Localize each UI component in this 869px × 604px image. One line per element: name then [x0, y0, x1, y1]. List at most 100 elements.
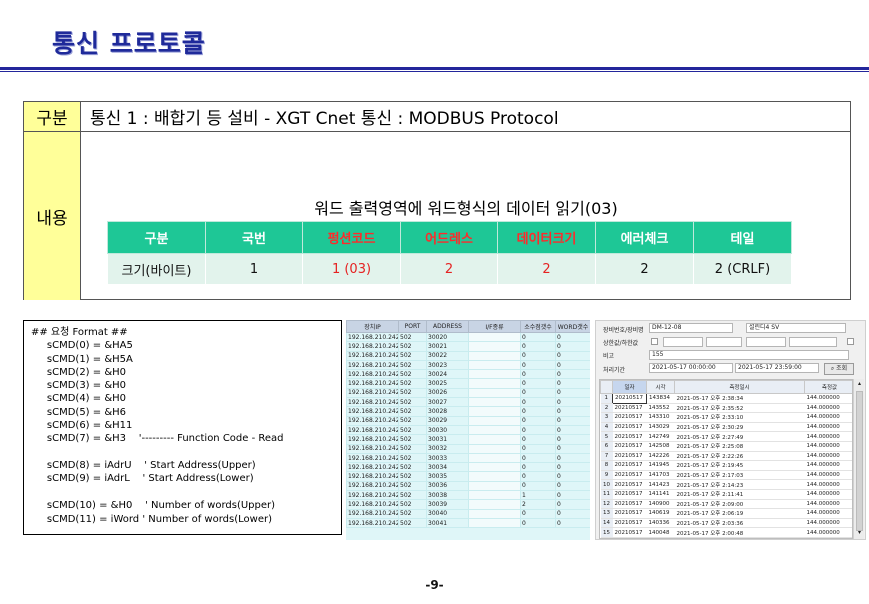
table-cell[interactable]: 192.168.210.242: [346, 369, 399, 380]
table-cell[interactable]: 0: [520, 369, 556, 380]
grid-column-header[interactable]: WORD갯수: [555, 320, 590, 333]
table-cell[interactable]: 0: [520, 462, 556, 473]
table-row[interactable]: 1 20210517 143834 2021-05-17 오후 2:38:34 144.…: [600, 393, 852, 404]
device-id-field[interactable]: DM-12-08: [649, 323, 733, 333]
table-row[interactable]: 192.168.210.242 502 30025 0 0: [346, 378, 590, 389]
table-cell[interactable]: 30029: [426, 415, 469, 426]
table-cell[interactable]: 143310: [646, 412, 675, 423]
table-cell[interactable]: 0: [555, 415, 590, 426]
grid-column-header[interactable]: 시각: [646, 380, 675, 394]
table-cell[interactable]: 0: [520, 517, 556, 529]
table-cell[interactable]: 2021-05-17 오후 2:00:48: [674, 527, 805, 538]
table-row[interactable]: 192.168.210.242 502 30035 0 0: [346, 471, 590, 482]
table-cell[interactable]: 20210517: [612, 470, 647, 481]
table-cell[interactable]: 142226: [646, 451, 675, 462]
table-cell[interactable]: 30041: [426, 517, 469, 529]
table-cell[interactable]: 0: [555, 490, 590, 501]
table-row[interactable]: 3 20210517 143310 2021-05-17 오후 2:33:10 144.…: [600, 412, 852, 423]
table-cell[interactable]: 192.168.210.242: [346, 359, 399, 371]
table-cell[interactable]: 502: [398, 443, 427, 454]
table-cell[interactable]: 2021-05-17 오후 2:03:36: [674, 518, 805, 529]
table-cell[interactable]: 2021-05-17 오후 2:27:49: [674, 431, 805, 442]
table-cell[interactable]: 1: [520, 490, 556, 501]
period-end-field[interactable]: 2021-05-17 23:59:00: [735, 363, 819, 373]
table-cell[interactable]: 2021-05-17 오후 2:25:08: [674, 441, 805, 452]
table-cell[interactable]: [468, 462, 521, 473]
table-row[interactable]: 5 20210517 142749 2021-05-17 오후 2:27:49 144.…: [600, 431, 852, 442]
table-cell[interactable]: 0: [555, 341, 590, 352]
table-cell[interactable]: 30021: [426, 341, 469, 352]
table-cell[interactable]: 20210517: [612, 403, 647, 414]
table-cell[interactable]: 140048: [646, 527, 675, 538]
table-cell[interactable]: 502: [398, 434, 427, 445]
table-cell[interactable]: 192.168.210.242: [346, 434, 399, 445]
table-cell[interactable]: [468, 480, 521, 492]
table-cell[interactable]: 20210517: [612, 518, 647, 529]
table-cell[interactable]: 140336: [646, 518, 675, 529]
table-cell[interactable]: 0: [520, 434, 556, 445]
table-cell[interactable]: 144.000000: [804, 403, 852, 414]
table-cell[interactable]: 0: [520, 415, 556, 426]
table-cell[interactable]: [468, 490, 521, 501]
table-cell[interactable]: 30026: [426, 387, 469, 399]
upper-limit-field-2[interactable]: [706, 337, 742, 347]
table-row[interactable]: 192.168.210.242 502 30039 2 0: [346, 499, 590, 510]
table-row[interactable]: 192.168.210.242 502 30026 0 0: [346, 387, 590, 399]
search-button[interactable]: ⌕ 조회: [824, 363, 854, 375]
table-cell[interactable]: 144.000000: [804, 460, 852, 471]
table-cell[interactable]: 2021-05-17 오후 2:14:23: [674, 479, 805, 490]
table-cell[interactable]: 502: [398, 369, 427, 380]
table-row[interactable]: 13 20210517 140619 2021-05-17 오후 2:06:19 144…: [600, 508, 852, 519]
table-cell[interactable]: 20210517: [612, 479, 647, 490]
grid-column-header[interactable]: 장치IP: [346, 320, 399, 333]
table-row[interactable]: 2 20210517 143552 2021-05-17 오후 2:35:52 144.…: [600, 403, 852, 414]
table-row[interactable]: 192.168.210.242 502 30036 0 0: [346, 480, 590, 492]
table-cell[interactable]: 141703: [646, 470, 675, 481]
table-cell[interactable]: 20210517: [612, 460, 647, 471]
table-cell[interactable]: 2021-05-17 오후 2:38:34: [674, 393, 805, 404]
table-cell[interactable]: 144.000000: [804, 479, 852, 490]
table-cell[interactable]: 192.168.210.242: [346, 415, 399, 426]
scroll-up-icon[interactable]: ▴: [855, 380, 864, 389]
table-cell[interactable]: 141945: [646, 460, 675, 471]
table-cell[interactable]: 0: [555, 387, 590, 399]
table-cell[interactable]: [468, 452, 521, 464]
table-row[interactable]: 15 20210517 140048 2021-05-17 오후 2:00:48 144…: [600, 527, 852, 538]
table-cell[interactable]: 144.000000: [804, 518, 852, 529]
table-cell[interactable]: 2021-05-17 오후 2:22:26: [674, 451, 805, 462]
table-cell[interactable]: 502: [398, 406, 427, 417]
table-cell[interactable]: 142508: [646, 441, 675, 452]
table-cell[interactable]: [468, 517, 521, 529]
table-cell[interactable]: 2021-05-17 오후 2:09:00: [674, 499, 805, 510]
scroll-down-icon[interactable]: ▾: [855, 529, 864, 538]
table-cell[interactable]: 140900: [646, 499, 675, 510]
table-cell[interactable]: 192.168.210.242: [346, 350, 399, 361]
table-cell[interactable]: 20210517: [612, 489, 647, 500]
table-cell[interactable]: 140619: [646, 508, 675, 519]
table-row[interactable]: 11 20210517 141141 2021-05-17 오후 2:11:41 144…: [600, 489, 852, 500]
table-cell[interactable]: 30039: [426, 499, 469, 510]
table-cell[interactable]: 142749: [646, 431, 675, 442]
table-cell[interactable]: 0: [520, 471, 556, 482]
table-cell[interactable]: 30038: [426, 490, 469, 501]
table-cell[interactable]: 0: [555, 499, 590, 510]
table-cell[interactable]: 20210517: [612, 527, 647, 538]
table-cell[interactable]: 0: [520, 443, 556, 454]
grid-column-header[interactable]: 측정값: [804, 380, 852, 394]
table-cell[interactable]: 144.000000: [804, 489, 852, 500]
table-cell[interactable]: 144.000000: [804, 393, 852, 404]
table-cell[interactable]: 143029: [646, 422, 675, 433]
table-cell[interactable]: 0: [555, 517, 590, 529]
table-cell[interactable]: [468, 434, 521, 445]
period-start-field[interactable]: 2021-05-17 00:00:00: [649, 363, 733, 373]
table-row[interactable]: 192.168.210.242 502 30033 0 0: [346, 452, 590, 464]
table-row[interactable]: 14 20210517 140336 2021-05-17 오후 2:03:36 144…: [600, 518, 852, 529]
table-cell[interactable]: 2021-05-17 오후 2:17:03: [674, 470, 805, 481]
table-cell[interactable]: [468, 359, 521, 371]
table-cell[interactable]: 0: [555, 452, 590, 464]
table-cell[interactable]: 144.000000: [804, 499, 852, 510]
table-row[interactable]: 192.168.210.242 502 30029 0 0: [346, 415, 590, 426]
table-row[interactable]: 192.168.210.242 502 30022 0 0: [346, 350, 590, 361]
table-row[interactable]: 10 20210517 141423 2021-05-17 오후 2:14:23 144…: [600, 479, 852, 490]
table-cell[interactable]: 502: [398, 499, 427, 510]
